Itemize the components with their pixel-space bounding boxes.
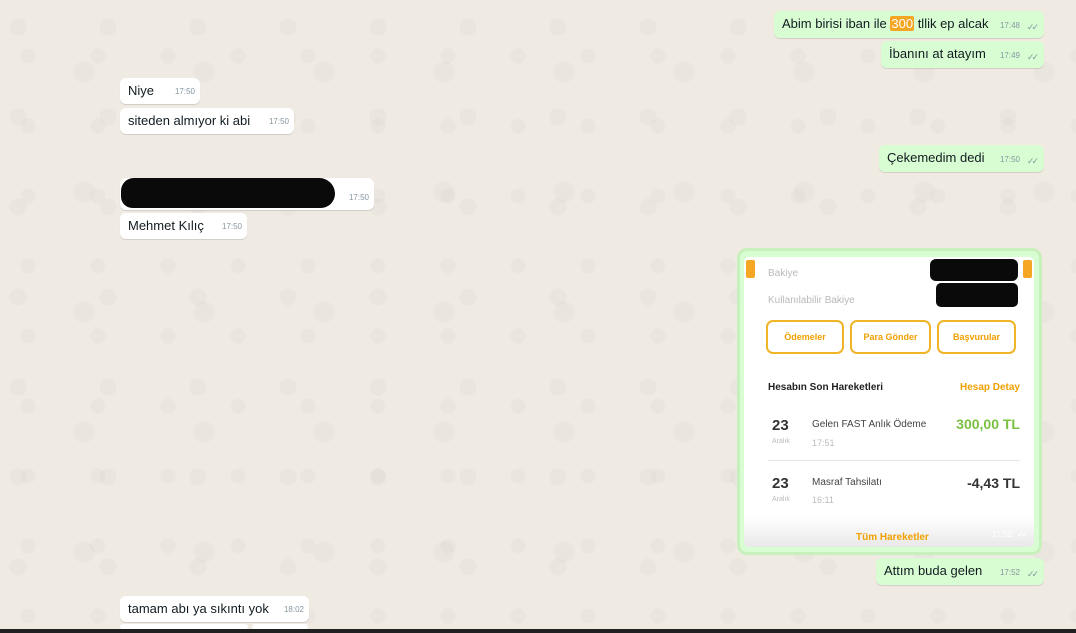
redaction-mark: [121, 178, 335, 208]
account-detail-link: Hesap Detay: [959, 382, 1020, 393]
read-ticks-icon: ✓✓: [1026, 156, 1039, 166]
message-outgoing[interactable]: Çekemedim dedi 17:50 ✓✓: [879, 145, 1044, 172]
all-transactions-link: Tüm Hareketler: [856, 532, 929, 543]
message-text: Niye: [128, 83, 155, 98]
read-ticks-icon: ✓✓: [1026, 569, 1039, 579]
image-message-outgoing[interactable]: Bakiye Kullanılabilir Bakiye Ödemeler Pa…: [740, 251, 1039, 552]
message-time: 17:50: [268, 117, 289, 126]
applications-button: Başvurular: [937, 320, 1016, 354]
redaction-mark: [930, 259, 1018, 281]
transaction-description: Masraf Tahsilatı: [812, 477, 882, 488]
transaction-amount: -4,43 TL: [967, 475, 1020, 491]
redaction-mark: [936, 283, 1018, 307]
transaction-month: Aralık: [772, 438, 790, 445]
transaction-time: 16:11: [812, 495, 834, 505]
message-time: 17:50: [174, 87, 195, 96]
transaction-day: 23: [772, 475, 789, 492]
message-time: 17:52: [991, 530, 1012, 539]
send-money-button: Para Gönder: [850, 320, 931, 354]
message-time: 17:49: [999, 51, 1020, 60]
recent-transactions-title: Hesabın Son Hareketleri: [768, 382, 884, 393]
chat-area: Abim birisi iban ile 300 tllik ep alcak …: [0, 0, 1076, 633]
message-incoming[interactable]: Mehmet Kılıç 17:50: [120, 213, 247, 239]
message-time: 18:02: [283, 605, 304, 614]
message-outgoing[interactable]: Attım buda gelen 17:52 ✓✓: [876, 558, 1044, 585]
transaction-month: Aralık: [772, 496, 790, 503]
corner-marker: [1023, 260, 1032, 278]
message-text: Mehmet Kılıç: [128, 218, 204, 233]
bottom-border: [0, 629, 1076, 633]
bank-screenshot: Bakiye Kullanılabilir Bakiye Ödemeler Pa…: [744, 257, 1034, 547]
message-text: Attım buda gelen: [884, 563, 983, 578]
payments-button: Ödemeler: [766, 320, 844, 354]
divider: [768, 460, 1020, 461]
message-time: 17:50: [999, 155, 1020, 164]
transaction-amount: 300,00 TL: [956, 416, 1020, 432]
message-text: siteden almıyor ki abi: [128, 113, 251, 128]
message-incoming[interactable]: Niye 17:50: [120, 78, 200, 104]
transaction-day: 23: [772, 417, 789, 434]
message-incoming[interactable]: siteden almıyor ki abi 17:50: [120, 108, 294, 134]
transaction-time: 17:51: [812, 438, 835, 448]
message-incoming[interactable]: tamam abı ya sıkıntı yok 18:02: [120, 596, 309, 622]
message-time: 17:48: [999, 21, 1020, 30]
balance-label: Bakiye: [768, 268, 799, 279]
message-time: 17:50: [348, 193, 369, 202]
message-outgoing[interactable]: Abim birisi iban ile 300 tllik ep alcak …: [774, 11, 1044, 38]
transaction-description: Gelen FAST Anlık Ödeme: [812, 419, 927, 430]
message-text: Abim birisi iban ile: [782, 16, 891, 31]
message-text: tllik ep alcak: [914, 16, 989, 31]
read-ticks-icon: ✓✓: [1026, 22, 1039, 32]
card-footer: Tüm Hareketler 17:52 ✓✓: [744, 517, 1034, 547]
message-text: İbanını at atayım: [889, 46, 986, 61]
message-outgoing[interactable]: İbanını at atayım 17:49 ✓✓: [881, 41, 1044, 68]
read-ticks-icon: ✓✓: [1026, 52, 1039, 62]
available-balance-label: Kullanılabilir Bakiye: [768, 295, 855, 306]
message-time: 17:52: [999, 568, 1020, 577]
highlighted-amount: 300: [890, 16, 915, 31]
read-ticks-icon: ✓✓: [1016, 529, 1029, 539]
message-time: 17:50: [221, 222, 242, 231]
corner-marker: [746, 260, 755, 278]
message-text: tamam abı ya sıkıntı yok: [128, 601, 269, 616]
message-text: Çekemedim dedi: [887, 150, 985, 165]
